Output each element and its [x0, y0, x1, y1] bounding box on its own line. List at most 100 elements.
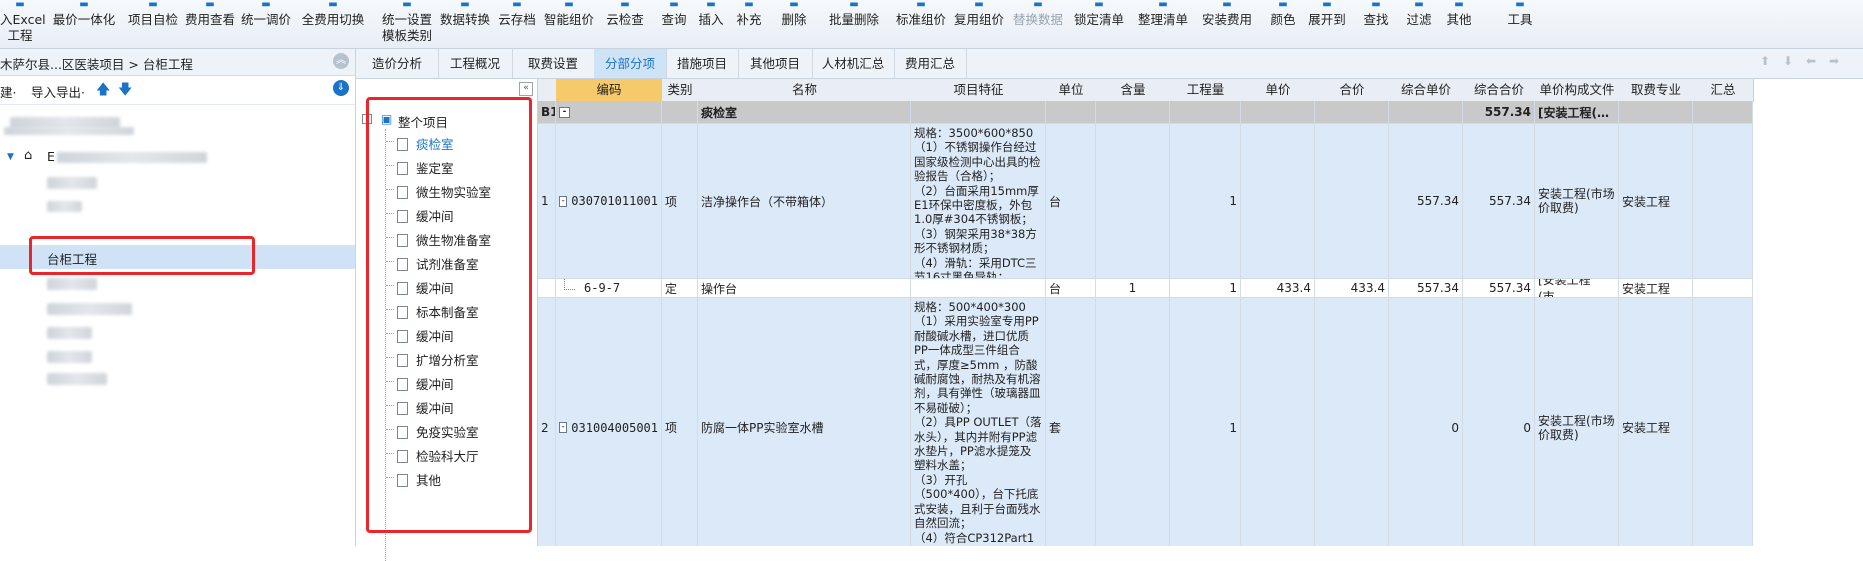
import-export-menu[interactable]: 导入导出·	[31, 82, 85, 101]
toolbar-button[interactable]: ▬ 云检查	[602, 0, 648, 48]
column-header[interactable]: 类别	[662, 79, 699, 102]
b1-cell[interactable]	[1170, 101, 1241, 124]
row1-no[interactable]: 1	[538, 124, 556, 279]
b1-cell[interactable]	[1096, 101, 1170, 124]
toolbar-button[interactable]: ▬ 智能组价	[540, 0, 598, 48]
toolbar-button[interactable]: ▬ 展开到	[1302, 0, 1352, 48]
sub1-type[interactable]: 定	[662, 279, 698, 298]
column-header[interactable]: 含量	[1096, 79, 1171, 102]
b1-file[interactable]: [安装工程(…	[1535, 101, 1619, 124]
column-header[interactable]: 合价	[1315, 79, 1390, 102]
b1-cell[interactable]	[1315, 101, 1389, 124]
column-header[interactable]: 单价	[1241, 79, 1316, 102]
row1-major[interactable]: 安装工程	[1619, 124, 1693, 279]
b1-cell[interactable]	[1046, 101, 1096, 124]
b1-cell[interactable]: -	[556, 101, 662, 124]
b1-no[interactable]: B1	[538, 101, 556, 124]
row2-qty[interactable]: 1	[1170, 298, 1241, 546]
sub1-qty[interactable]: 1	[1170, 279, 1241, 298]
toolbar-button[interactable]: ▬ 统一设置 模板类别	[378, 0, 436, 48]
sub1-amount[interactable]: 433.4	[1315, 279, 1389, 298]
toolbar-button[interactable]: ▬ 云存档	[497, 0, 537, 48]
collapse-panel-icon[interactable]: «	[519, 82, 533, 96]
b1-cell[interactable]	[1619, 101, 1693, 124]
b1-cell[interactable]	[1241, 101, 1315, 124]
toolbar-button[interactable]: ▬ 插入	[694, 0, 728, 48]
sub1-name[interactable]: 操作台	[698, 279, 911, 298]
toolbar-button[interactable]: ▬ 过滤	[1400, 0, 1438, 48]
toolbar-button[interactable]: ▬ 批量删除	[821, 0, 887, 48]
row1-cell[interactable]	[1241, 124, 1315, 279]
b1-name[interactable]: 痰检室	[698, 101, 911, 124]
column-header[interactable]	[538, 79, 557, 102]
column-header[interactable]: 综合单价	[1389, 79, 1464, 102]
toolbar-button[interactable]: ▬ 安装费用	[1194, 0, 1260, 48]
row2-total[interactable]: 0	[1463, 298, 1535, 546]
tab-0[interactable]: 造价分析	[356, 49, 439, 78]
collapse-icon[interactable]: ︽	[333, 53, 349, 69]
toolbar-button[interactable]: ▬ 补充	[731, 0, 767, 48]
row2-unit[interactable]: 套	[1046, 298, 1096, 546]
sub1-major[interactable]: 安装工程	[1619, 279, 1693, 298]
row2-no[interactable]: 2	[538, 298, 556, 546]
row2-cell[interactable]	[1315, 298, 1389, 546]
row1-name[interactable]: 洁净操作台（不带箱体）	[698, 124, 911, 279]
expand-triangle-icon[interactable]: ▼	[7, 152, 14, 162]
row1-unit-price[interactable]: 557.34	[1389, 124, 1463, 279]
arrow-down-icon[interactable]: 🡇	[118, 79, 132, 103]
column-header[interactable]: 单位	[1046, 79, 1097, 102]
row1-unit[interactable]: 台	[1046, 124, 1096, 279]
tab-2[interactable]: 取费设置	[512, 49, 595, 78]
move-left-icon[interactable]: ⬅	[1806, 54, 1816, 68]
column-header[interactable]: 综合合价	[1463, 79, 1536, 102]
toolbar-button[interactable]: ▬ 工具	[1495, 0, 1545, 48]
sub1-unit-price[interactable]: 557.34	[1389, 279, 1463, 298]
column-header[interactable]: 取费专业	[1619, 79, 1694, 102]
sub1-cell[interactable]	[538, 279, 556, 298]
column-header[interactable]: 单价构成文件	[1535, 79, 1620, 102]
row1-cell[interactable]	[1315, 124, 1389, 279]
row2-cell[interactable]	[1241, 298, 1315, 546]
row1-total[interactable]: 557.34	[1463, 124, 1535, 279]
row2-name[interactable]: 防腐一体PP实验室水槽	[698, 298, 911, 546]
collapse-row-icon[interactable]: -	[559, 195, 568, 207]
sub1-content[interactable]: 1	[1096, 279, 1170, 298]
tab-1[interactable]: 工程概况	[438, 49, 513, 78]
tab-5[interactable]: 其他项目	[738, 49, 813, 78]
collapse-row-icon[interactable]: -	[559, 422, 568, 433]
row2-unit-price[interactable]: 0	[1389, 298, 1463, 546]
row1-code-cell[interactable]: -030701011001	[556, 124, 662, 279]
b1-cell[interactable]	[662, 101, 698, 124]
tab-3[interactable]: 分部分项	[594, 49, 667, 78]
b1-total[interactable]: 557.34	[1463, 101, 1535, 124]
column-header[interactable]: 项目特征	[911, 79, 1047, 102]
b1-cell[interactable]	[911, 101, 1046, 124]
tab-6[interactable]: 人材机汇总	[812, 49, 895, 78]
move-up-icon[interactable]: ⬆	[1760, 54, 1770, 68]
toolbar-button[interactable]: ▬ 复用组价	[952, 0, 1006, 48]
sub1-file[interactable]: [安装工程(市…	[1535, 279, 1619, 298]
b1-cell[interactable]	[1389, 101, 1463, 124]
row2-cell[interactable]	[1693, 298, 1753, 546]
row1-feature[interactable]: 规格：3500*600*850 （1）不锈钢操作台经过国家级检测中心出具的检验报告…	[911, 124, 1046, 279]
row2-type[interactable]: 项	[662, 298, 698, 546]
toolbar-button[interactable]: ▬ 统一调价	[240, 0, 292, 48]
toolbar-button[interactable]: ▬ 颜色	[1266, 0, 1300, 48]
toolbar-button[interactable]: ▬ 删除	[771, 0, 817, 48]
row1-cell[interactable]	[1096, 124, 1170, 279]
toolbar-button[interactable]: ▬ 最价一体化	[47, 0, 121, 48]
sub1-cell[interactable]	[911, 279, 1046, 298]
b1-cell[interactable]	[1693, 101, 1753, 124]
move-right-icon[interactable]: ➡	[1829, 54, 1839, 68]
root-node-label[interactable]: E	[47, 149, 55, 164]
row1-type[interactable]: 项	[662, 124, 698, 279]
row2-feature[interactable]: 规格：500*400*300 （1）采用实验室专用PP耐酸碱水槽，进口优质PP一体…	[911, 298, 1046, 546]
toolbar-button[interactable]: ▬ 标准组价	[894, 0, 948, 48]
toolbar-button[interactable]: ▬ 查找	[1356, 0, 1396, 48]
sub1-total[interactable]: 557.34	[1463, 279, 1535, 298]
row2-file[interactable]: 安装工程(市场价取费)	[1535, 298, 1619, 546]
arrow-up-icon[interactable]: 🡅	[96, 79, 110, 103]
sub1-cell[interactable]	[1693, 279, 1753, 298]
toolbar-button[interactable]: ▬ 替换数据	[1010, 0, 1066, 48]
toolbar-button[interactable]: ▬ 整理清单	[1134, 0, 1192, 48]
